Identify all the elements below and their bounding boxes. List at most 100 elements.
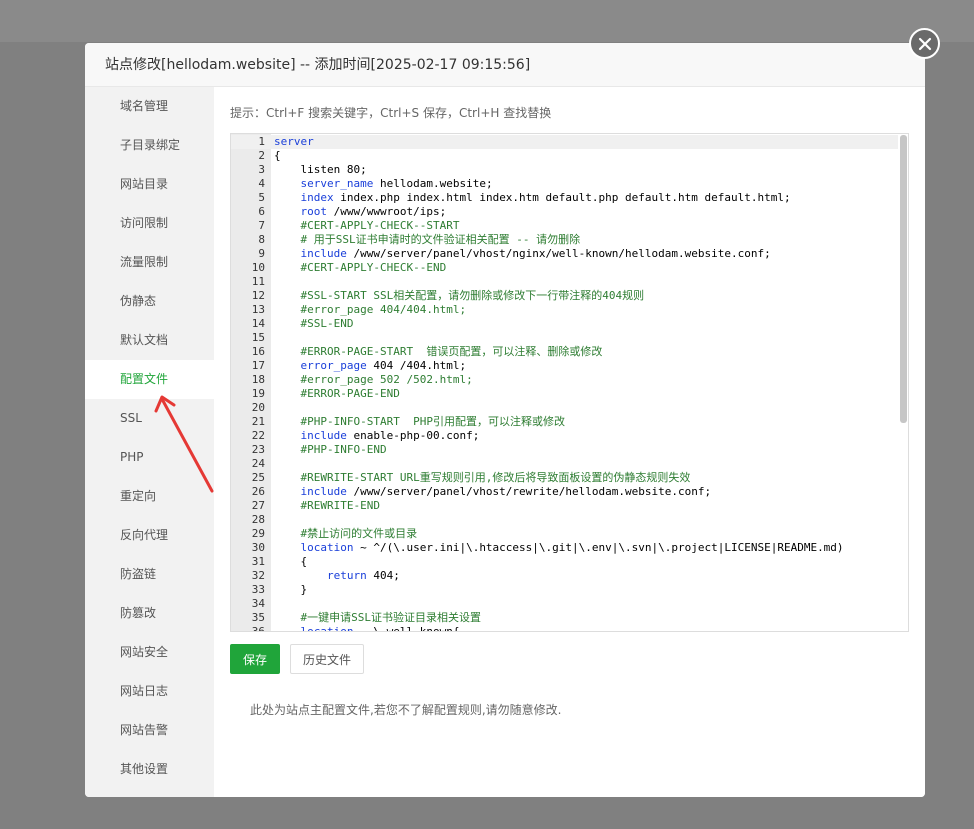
code-line[interactable]: 27 #REWRITE-END: [231, 499, 898, 513]
code-text[interactable]: #禁止访问的文件或目录: [274, 527, 418, 541]
code-line[interactable]: 12 #SSL-START SSL相关配置，请勿删除或修改下一行带注释的404规…: [231, 289, 898, 303]
code-line[interactable]: 29 #禁止访问的文件或目录: [231, 527, 898, 541]
code-line[interactable]: 18 #error_page 502 /502.html;: [231, 373, 898, 387]
line-number: 24: [251, 457, 265, 470]
code-line[interactable]: 35 #一键申请SSL证书验证目录相关设置: [231, 611, 898, 625]
code-line[interactable]: 5 index index.php index.html index.htm d…: [231, 191, 898, 205]
editor-scrollbar[interactable]: [900, 135, 907, 423]
line-number: 4: [258, 177, 265, 190]
sidebar-item[interactable]: 访问限制: [85, 204, 214, 243]
code-line[interactable]: 32 return 404;: [231, 569, 898, 583]
sidebar-item[interactable]: 防盗链: [85, 555, 214, 594]
code-line[interactable]: 7 #CERT-APPLY-CHECK--START: [231, 219, 898, 233]
code-text[interactable]: #REWRITE-END: [274, 499, 380, 513]
code-text[interactable]: error_page 404 /404.html;: [274, 359, 467, 373]
code-text[interactable]: #REWRITE-START URL重写规则引用,修改后将导致面板设置的伪静态规…: [274, 471, 691, 485]
code-text[interactable]: }: [274, 583, 308, 597]
code-line[interactable]: 10 #CERT-APPLY-CHECK--END: [231, 261, 898, 275]
sidebar-item[interactable]: 网站告警: [85, 711, 214, 750]
code-text[interactable]: #error_page 502 /502.html;: [274, 373, 473, 387]
sidebar-item[interactable]: 网站目录: [85, 165, 214, 204]
line-number: 14: [251, 317, 265, 330]
sidebar-item[interactable]: 伪静态: [85, 282, 214, 321]
code-line[interactable]: 30 location ~ ^/(\.user.ini|\.htaccess|\…: [231, 541, 898, 555]
code-line[interactable]: 22 include enable-php-00.conf;: [231, 429, 898, 443]
line-number: 34: [251, 597, 265, 610]
config-file-panel: 提示：Ctrl+F 搜索关键字，Ctrl+S 保存，Ctrl+H 查找替换 1s…: [214, 87, 925, 797]
code-text[interactable]: #PHP-INFO-END: [274, 443, 387, 457]
modal-title: 站点修改[hellodam.website] -- 添加时间[2025-02-1…: [85, 43, 925, 87]
sidebar-item[interactable]: 子目录绑定: [85, 126, 214, 165]
line-number: 9: [258, 247, 265, 260]
code-line[interactable]: 15: [231, 331, 898, 345]
code-text[interactable]: server_name hellodam.website;: [274, 177, 493, 191]
code-line[interactable]: 31 {: [231, 555, 898, 569]
code-text[interactable]: listen 80;: [274, 163, 367, 177]
code-line[interactable]: 13 #error_page 404/404.html;: [231, 303, 898, 317]
code-lines[interactable]: 1 server 2{3 listen 80; 4 server_name hello…: [231, 135, 898, 632]
sidebar-item[interactable]: 防篡改: [85, 594, 214, 633]
code-line[interactable]: 26 include /www/server/panel/vhost/rewri…: [231, 485, 898, 499]
line-number: 36: [251, 625, 265, 632]
code-line[interactable]: 24: [231, 457, 898, 471]
code-text[interactable]: #CERT-APPLY-CHECK--START: [274, 219, 460, 233]
line-number: 12: [251, 289, 265, 302]
code-line[interactable]: 25 #REWRITE-START URL重写规则引用,修改后将导致面板设置的伪…: [231, 471, 898, 485]
code-line[interactable]: 28: [231, 513, 898, 527]
code-line[interactable]: 36 location ~ \.well-known{: [231, 625, 898, 632]
code-text[interactable]: #SSL-START SSL相关配置，请勿删除或修改下一行带注释的404规则: [274, 289, 645, 303]
code-line[interactable]: 34: [231, 597, 898, 611]
code-editor[interactable]: 1 server 2{3 listen 80; 4 server_name hello…: [230, 133, 909, 632]
sidebar-item[interactable]: 网站日志: [85, 672, 214, 711]
code-text[interactable]: #PHP-INFO-START PHP引用配置，可以注释或修改: [274, 415, 565, 429]
config-warning-note: 此处为站点主配置文件,若您不了解配置规则,请勿随意修改.: [250, 703, 562, 717]
code-line[interactable]: 33 }: [231, 583, 898, 597]
line-number: 15: [251, 331, 265, 344]
code-line[interactable]: 1 server: [231, 135, 898, 149]
save-button[interactable]: 保存: [230, 644, 280, 674]
code-text[interactable]: #SSL-END: [274, 317, 354, 331]
code-line[interactable]: 17 error_page 404 /404.html;: [231, 359, 898, 373]
line-number: 10: [251, 261, 265, 274]
code-text[interactable]: return 404;: [274, 569, 400, 583]
close-button[interactable]: [909, 28, 940, 59]
code-text[interactable]: #CERT-APPLY-CHECK--END: [274, 261, 447, 275]
code-line[interactable]: 2{: [231, 149, 898, 163]
line-number: 26: [251, 485, 265, 498]
code-text[interactable]: # 用于SSL证书申请时的文件验证相关配置 -- 请勿删除: [274, 233, 581, 247]
sidebar-item[interactable]: 域名管理: [85, 87, 214, 126]
code-text[interactable]: {: [274, 149, 281, 163]
code-text[interactable]: #ERROR-PAGE-START 错误页配置，可以注释、删除或修改: [274, 345, 603, 359]
code-line[interactable]: 3 listen 80;: [231, 163, 898, 177]
code-line[interactable]: 6 root /www/wwwroot/ips;: [231, 205, 898, 219]
code-text[interactable]: #ERROR-PAGE-END: [274, 387, 400, 401]
code-text[interactable]: {: [274, 555, 308, 569]
code-text[interactable]: index index.php index.html index.htm def…: [274, 191, 791, 205]
code-line[interactable]: 20: [231, 401, 898, 415]
code-line[interactable]: 19 #ERROR-PAGE-END: [231, 387, 898, 401]
code-text[interactable]: location ~ \.well-known{: [274, 625, 460, 631]
code-line[interactable]: 14 #SSL-END: [231, 317, 898, 331]
sidebar-item[interactable]: 默认文档: [85, 321, 214, 360]
code-line[interactable]: 16 #ERROR-PAGE-START 错误页配置，可以注释、删除或修改: [231, 345, 898, 359]
code-text[interactable]: include enable-php-00.conf;: [274, 429, 480, 443]
code-line[interactable]: 11: [231, 275, 898, 289]
code-line[interactable]: 21 #PHP-INFO-START PHP引用配置，可以注释或修改: [231, 415, 898, 429]
sidebar-item[interactable]: 网站安全: [85, 633, 214, 672]
line-number: 30: [251, 541, 265, 554]
code-text[interactable]: location ~ ^/(\.user.ini|\.htaccess|\.gi…: [274, 541, 844, 555]
code-line[interactable]: 9 include /www/server/panel/vhost/nginx/…: [231, 247, 898, 261]
history-files-button[interactable]: 历史文件: [290, 644, 364, 674]
code-line[interactable]: 23 #PHP-INFO-END: [231, 443, 898, 457]
code-text[interactable]: root /www/wwwroot/ips;: [274, 205, 447, 219]
code-text[interactable]: #一键申请SSL证书验证目录相关设置: [274, 611, 482, 625]
code-text[interactable]: include /www/server/panel/vhost/rewrite/…: [274, 485, 712, 499]
code-line[interactable]: 8 # 用于SSL证书申请时的文件验证相关配置 -- 请勿删除: [231, 233, 898, 247]
code-line[interactable]: 4 server_name hellodam.website;: [231, 177, 898, 191]
code-text[interactable]: include /www/server/panel/vhost/nginx/we…: [274, 247, 771, 261]
sidebar-item[interactable]: 反向代理: [85, 516, 214, 555]
sidebar-item[interactable]: 其他设置: [85, 750, 214, 789]
sidebar-item[interactable]: 流量限制: [85, 243, 214, 282]
code-text[interactable]: server: [274, 135, 314, 149]
code-text[interactable]: #error_page 404/404.html;: [274, 303, 467, 317]
